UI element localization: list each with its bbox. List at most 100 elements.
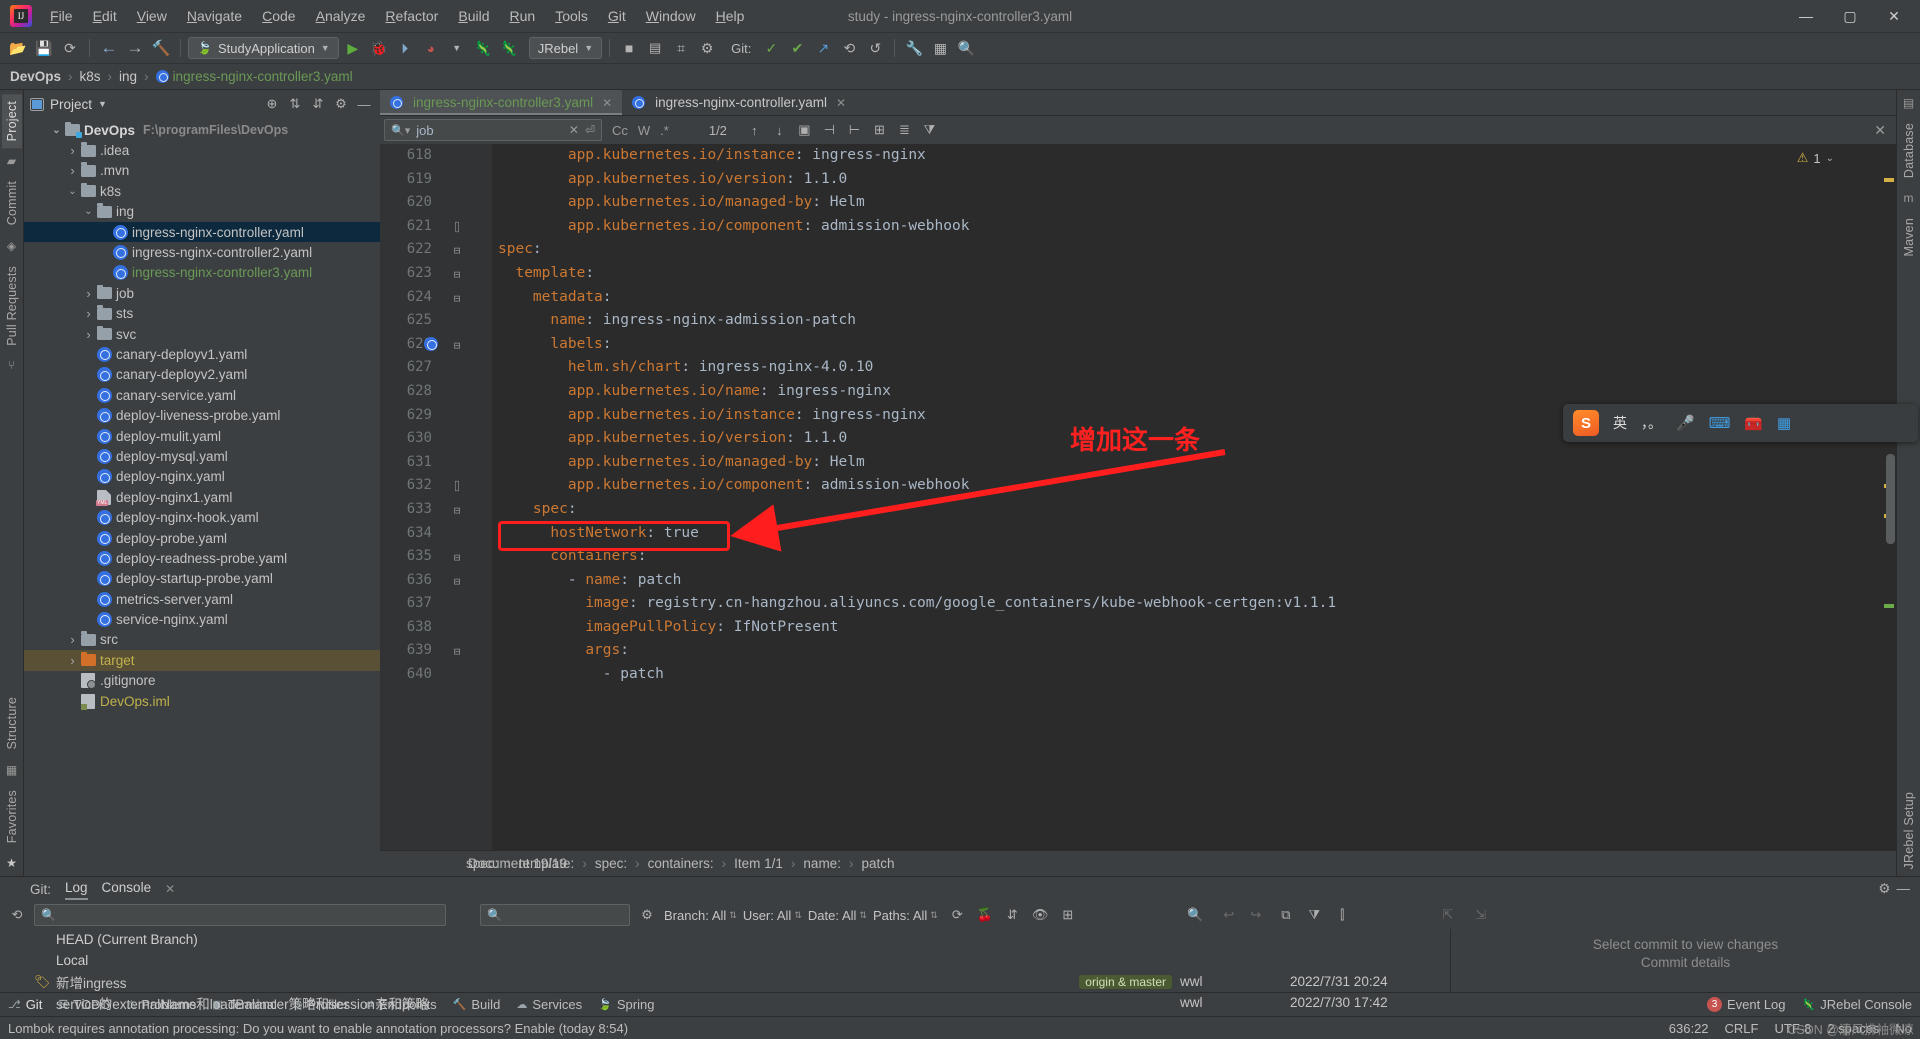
tree-item[interactable]: metrics-server.yaml — [24, 589, 380, 609]
database-icon[interactable]: ▦ — [928, 36, 952, 60]
menu-analyze[interactable]: Analyze — [306, 4, 376, 28]
sidebar-tab-structure[interactable]: Structure — [2, 690, 22, 757]
menu-build[interactable]: Build — [448, 4, 499, 28]
tree-item[interactable]: ingress-nginx-controller2.yaml — [24, 242, 380, 262]
code-line[interactable]: 638 imagePullPolicy: IfNotPresent — [380, 616, 1896, 640]
run-with-coverage-icon[interactable]: ⏵ — [393, 36, 417, 60]
filter-date[interactable]: Date: All ⇅ — [808, 908, 867, 923]
chevron-right-icon[interactable]: › — [66, 653, 79, 668]
tree-item[interactable]: › svc — [24, 324, 380, 344]
collapse-all-icon[interactable]: ⇵ — [308, 94, 328, 114]
editor-tab-1[interactable]: ingress-nginx-controller.yaml ✕ — [622, 90, 856, 115]
git-push-icon[interactable]: ↗ — [811, 36, 835, 60]
git-filter-icon[interactable]: ⧩ — [1309, 907, 1321, 923]
main-toolbar[interactable]: 📂 💾 ⟳ ← → 🔨 🍃 StudyApplication ▼ ▶ 🐞 ⏵ ◕… — [0, 33, 1920, 64]
profile-icon[interactable]: ◕ — [419, 36, 443, 60]
tree-item[interactable]: › job — [24, 283, 380, 303]
find-previous-icon[interactable]: ↑ — [743, 119, 766, 141]
layout-icon[interactable]: ▤ — [643, 36, 667, 60]
code-line[interactable]: 619 app.kubernetes.io/version: 1.1.0 — [380, 168, 1896, 192]
code-line[interactable]: 627 helm.sh/chart: ingress-nginx-4.0.10 — [380, 356, 1896, 380]
tree-item[interactable]: canary-service.yaml — [24, 385, 380, 405]
save-all-icon[interactable]: 💾 — [32, 36, 56, 60]
regex-toggle[interactable]: .* — [660, 123, 669, 138]
git-sort-icon[interactable]: ⇵ — [1007, 907, 1018, 923]
chevron-right-icon[interactable]: › — [66, 632, 79, 647]
tool-button-jrebel-console[interactable]: 🦎 JRebel Console — [1802, 997, 1912, 1012]
tree-item[interactable]: deploy-startup-probe.yaml — [24, 569, 380, 589]
chevron-down-icon-2[interactable]: ▼ — [445, 36, 469, 60]
menu-code[interactable]: Code — [252, 4, 305, 28]
menu-edit[interactable]: Edit — [83, 4, 127, 28]
git-log-settings-icon[interactable]: ⚙ — [636, 907, 658, 923]
settings-gear-icon[interactable]: ⚙ — [695, 36, 719, 60]
tree-item[interactable]: canary-deployv2.yaml — [24, 365, 380, 385]
chevron-right-icon[interactable]: › — [66, 163, 79, 178]
filter-paths[interactable]: Paths: All ⇅ — [873, 908, 938, 923]
wrench-icon[interactable]: 🔧 — [902, 36, 926, 60]
git-layout-icon[interactable]: ⊞ — [1062, 907, 1073, 923]
maximize-button[interactable]: ▢ — [1828, 0, 1872, 32]
code-line[interactable]: 640 - patch — [380, 663, 1896, 687]
editor-crumb-3[interactable]: containers: — [648, 856, 714, 871]
fold-collapse-icon[interactable]: ⊟ — [450, 239, 464, 263]
git-find-icon[interactable]: 🔍 — [1187, 907, 1203, 923]
menu-tools[interactable]: Tools — [545, 4, 598, 28]
git-group-icon[interactable]: ⧉ — [1281, 907, 1290, 923]
jrebel-debug-icon[interactable]: 🦎 — [497, 36, 521, 60]
sidebar-tab-jrebel-setup[interactable]: JRebel Setup — [1899, 785, 1919, 876]
git-collapse-icon[interactable]: ⇲ — [1475, 907, 1486, 923]
commit-row[interactable]: Local — [0, 950, 1450, 971]
expand-all-icon[interactable]: ⇅ — [285, 94, 305, 114]
project-panel-header[interactable]: Project ▼ ⊕ ⇅ ⇵ ⚙ — — [24, 90, 380, 118]
select-all-occurrences-icon[interactable]: ▣ — [793, 119, 816, 141]
git-redo-icon[interactable]: ↪ — [1250, 907, 1261, 923]
kubernetes-gutter-icon[interactable] — [424, 336, 438, 351]
git-cherry-pick-icon[interactable]: 🍒 — [977, 907, 993, 923]
tree-item[interactable]: ⌄ ing — [24, 202, 380, 222]
scrollbar-thumb[interactable] — [1886, 454, 1895, 544]
code-line[interactable]: 632 ⌷ app.kubernetes.io/component: admiss… — [380, 474, 1896, 498]
close-console-tab-icon[interactable]: ✕ — [165, 882, 175, 896]
git-undo-icon[interactable]: ↩ — [1223, 907, 1234, 923]
git-refresh-icon[interactable]: ⟲ — [6, 907, 28, 923]
git-log-toolbar[interactable]: ⟲ 🔍 🔍 ⚙ Branch: All ⇅ User: All ⇅ Date: … — [0, 901, 1920, 929]
grid-icon[interactable]: ▦ — [1777, 414, 1791, 432]
tree-item[interactable]: DevOps.iml — [24, 691, 380, 711]
sidebar-tab-database[interactable]: Database — [1899, 116, 1919, 185]
commit-row[interactable]: HEAD (Current Branch) — [0, 929, 1450, 950]
close-find-icon[interactable]: ✕ — [1874, 122, 1886, 139]
find-history-icon[interactable]: ⏎ — [585, 123, 595, 137]
chevron-right-icon[interactable]: › — [82, 327, 95, 342]
toolbox-icon[interactable]: 🧰 — [1744, 414, 1763, 432]
tree-item[interactable]: deploy-nginx-hook.yaml — [24, 507, 380, 527]
menu-window[interactable]: Window — [636, 4, 706, 28]
code-editor[interactable]: 618 app.kubernetes.io/instance: ingress-… — [380, 144, 1896, 850]
add-line-above-icon[interactable]: ⊣ — [818, 119, 841, 141]
fold-collapse-icon[interactable]: ⊟ — [450, 287, 464, 311]
structure-icon[interactable]: ▦ — [6, 763, 17, 777]
code-line[interactable]: 626 ⊟ labels: — [380, 333, 1896, 357]
git-preview-icon[interactable]: 👁 — [1032, 907, 1049, 923]
navigation-bar[interactable]: DevOps › k8s › ing › ingress-nginx-controller3… — [0, 64, 1920, 90]
git-history-icon[interactable]: ⟲ — [837, 36, 861, 60]
open-folder-icon[interactable]: 📂 — [6, 36, 30, 60]
code-line[interactable]: 624 ⊟ metadata: — [380, 286, 1896, 310]
code-line[interactable]: 636 ⊟ - name: patch — [380, 569, 1896, 593]
chevron-right-icon[interactable]: › — [82, 286, 95, 301]
git-commit-list[interactable]: HEAD (Current Branch) Local 🏷 新增ingress orig… — [0, 929, 1450, 1012]
star-icon[interactable]: ★ — [6, 856, 17, 870]
code-line[interactable]: 633 ⊟ spec: — [380, 498, 1896, 522]
minimize-button[interactable]: — — [1784, 0, 1828, 32]
chevron-down-icon[interactable]: ⌄ — [82, 206, 95, 217]
chevron-down-icon[interactable]: ▼ — [98, 99, 107, 109]
close-button[interactable]: ✕ — [1872, 0, 1916, 32]
navbar-crumb-2[interactable]: ing — [119, 69, 137, 84]
commit-row[interactable]: 🏷 新增ingress origin & master wwl 2022/7/31 20… — [0, 971, 1450, 992]
clear-find-icon[interactable]: ✕ — [569, 123, 579, 137]
build-hammer-icon[interactable]: 🔨 — [149, 36, 173, 60]
tree-item[interactable]: deploy-mulit.yaml — [24, 426, 380, 446]
back-icon[interactable]: ← — [97, 36, 121, 60]
ime-punctuation-toggle[interactable]: ，。 — [1641, 413, 1662, 433]
code-line[interactable]: 622 ⊟ spec: — [380, 238, 1896, 262]
